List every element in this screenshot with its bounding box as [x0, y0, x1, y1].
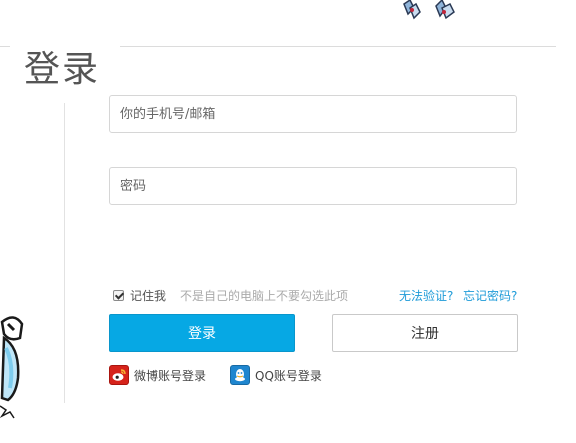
- qq-login-label: QQ账号登录: [255, 368, 322, 383]
- qq-icon: [230, 365, 250, 385]
- weibo-login-link[interactable]: 微博账号登录: [109, 364, 206, 386]
- weibo-login-label: 微博账号登录: [134, 368, 207, 383]
- forgot-password-link[interactable]: 忘记密码?: [463, 287, 517, 304]
- title-divider-left: [0, 46, 10, 47]
- title-divider-right: [120, 46, 556, 47]
- remember-me-row: 记住我 不是自己的电脑上不要勾选此项: [113, 286, 348, 304]
- remember-me-label[interactable]: 记住我: [130, 287, 166, 304]
- register-button[interactable]: 注册: [332, 314, 518, 352]
- vertical-divider: [64, 103, 65, 403]
- password-field[interactable]: [109, 167, 517, 205]
- mascot-decoration-left: [0, 316, 24, 419]
- qq-login-link[interactable]: QQ账号登录: [230, 364, 322, 386]
- phone-email-field[interactable]: [109, 95, 517, 133]
- mascot-decoration-top: [403, 0, 455, 20]
- page-title: 登录: [24, 49, 101, 91]
- remember-me-hint: 不是自己的电脑上不要勾选此项: [180, 288, 349, 303]
- password-input[interactable]: [110, 168, 516, 204]
- phone-email-input[interactable]: [110, 96, 516, 132]
- remember-me-checkbox[interactable]: [113, 289, 124, 301]
- cannot-verify-link[interactable]: 无法验证?: [399, 287, 453, 304]
- login-button[interactable]: 登录: [109, 314, 295, 352]
- weibo-icon: [109, 365, 129, 385]
